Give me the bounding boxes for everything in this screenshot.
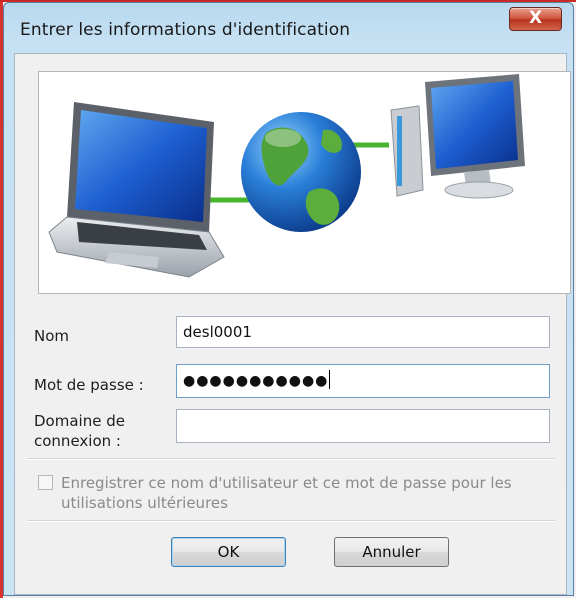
username-label: Nom (34, 327, 70, 345)
domain-field[interactable] (176, 409, 550, 443)
username-field[interactable]: desl0001 (176, 316, 550, 348)
network-banner (38, 71, 571, 294)
close-button[interactable]: X (509, 7, 562, 31)
dialog-client-area: Nom desl0001 Mot de passe : ●●●●●●●●●●● … (14, 53, 571, 595)
desktop-computer-icon (390, 74, 525, 199)
close-icon: X (528, 8, 543, 28)
globe-icon (241, 112, 361, 232)
remember-checkbox[interactable] (38, 475, 53, 490)
cancel-button[interactable]: Annuler (334, 537, 449, 567)
laptop-icon (48, 102, 225, 278)
password-label: Mot de passe : (34, 376, 144, 394)
network-illustration (48, 74, 525, 278)
password-field[interactable]: ●●●●●●●●●●● (176, 364, 550, 398)
password-mask: ●●●●●●●●●●● (183, 373, 329, 389)
username-value: desl0001 (183, 323, 252, 341)
credentials-dialog: Entrer les informations d'identification… (3, 2, 574, 596)
domain-label-line2: connexion : (34, 432, 121, 450)
text-caret (329, 370, 331, 389)
remember-label: Enregistrer ce nom d'utilisateur et ce m… (61, 473, 531, 513)
remember-label-line1: Enregistrer ce nom d'utilisateur et ce m… (61, 474, 512, 492)
separator-top (27, 458, 555, 460)
remember-label-line2: utilisations ultérieures (61, 494, 228, 512)
separator-bottom (27, 520, 555, 522)
ok-button[interactable]: OK (171, 537, 286, 567)
domain-label-line1: Domaine de (34, 412, 125, 430)
dialog-title: Entrer les informations d'identification (20, 20, 351, 40)
